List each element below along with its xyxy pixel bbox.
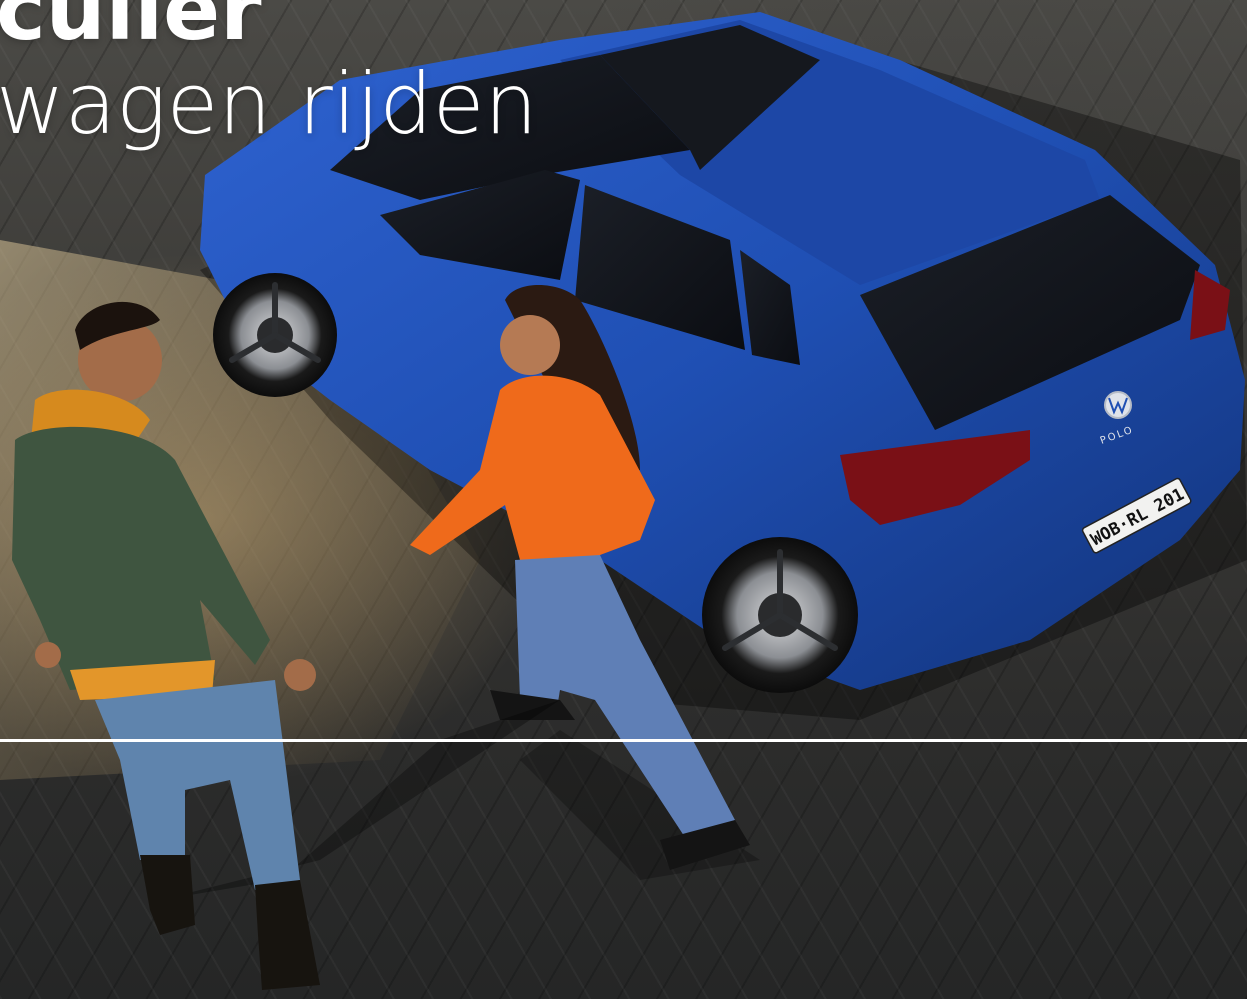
vw-logo-icon — [1104, 391, 1132, 419]
divider-line — [0, 739, 1247, 742]
man-jeans — [95, 680, 300, 890]
headline-line-1: culier — [0, 0, 262, 59]
man-boot-right — [255, 880, 320, 990]
woman-head — [500, 315, 560, 375]
headline: culier wagen rijden — [0, 0, 538, 156]
hero-photo: WOB·RL 201 POLO culier wagen rijden — [0, 0, 1247, 999]
man-boot-left — [140, 855, 195, 935]
headline-line-2: wagen rijden — [0, 55, 538, 153]
